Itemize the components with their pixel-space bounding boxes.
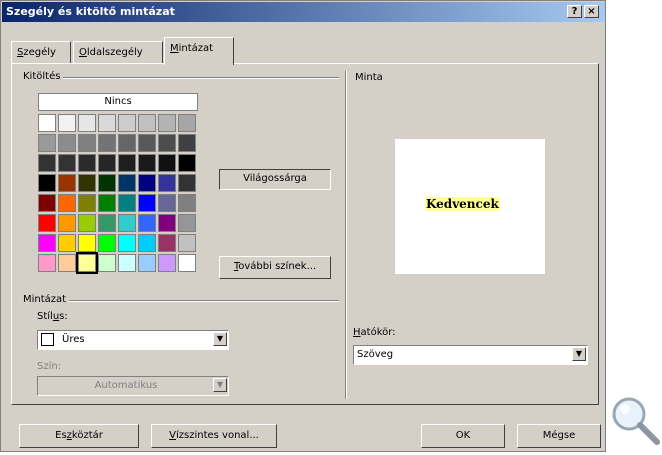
color-swatch[interactable]	[38, 114, 56, 132]
chevron-down-icon[interactable]: ▼	[213, 332, 227, 346]
color-swatch[interactable]	[158, 254, 176, 272]
color-swatch[interactable]	[138, 194, 156, 212]
color-swatch[interactable]	[58, 194, 76, 212]
color-swatch[interactable]	[158, 154, 176, 172]
color-swatch[interactable]	[58, 254, 76, 272]
help-button[interactable]: ?	[567, 5, 582, 18]
color-swatch[interactable]	[38, 194, 56, 212]
color-swatch[interactable]	[78, 154, 96, 172]
color-swatch[interactable]	[58, 234, 76, 252]
color-swatch[interactable]	[98, 214, 116, 232]
color-swatch[interactable]	[98, 234, 116, 252]
color-swatch[interactable]	[118, 114, 136, 132]
color-swatch[interactable]	[78, 194, 96, 212]
color-swatch[interactable]	[118, 194, 136, 212]
color-swatch[interactable]	[138, 254, 156, 272]
title-bar[interactable]: Szegély és kitöltő mintázat ? ×	[2, 2, 605, 22]
color-swatch[interactable]	[178, 114, 196, 132]
magnifier-icon[interactable]	[607, 392, 662, 447]
color-swatch[interactable]	[98, 174, 116, 192]
pattern-swatch	[41, 333, 54, 346]
no-fill-option[interactable]: Nincs	[38, 93, 198, 111]
color-swatch[interactable]	[158, 214, 176, 232]
color-swatch[interactable]	[118, 254, 136, 272]
ok-button[interactable]: OK	[421, 424, 505, 448]
color-swatch[interactable]	[58, 174, 76, 192]
color-swatch[interactable]	[138, 234, 156, 252]
color-swatch[interactable]	[158, 194, 176, 212]
color-swatch[interactable]	[58, 114, 76, 132]
color-swatch[interactable]	[98, 114, 116, 132]
cancel-button[interactable]: Mégse	[517, 424, 601, 448]
color-swatch[interactable]	[178, 154, 196, 172]
tab-border[interactable]: Szegély	[11, 41, 71, 63]
color-swatch[interactable]	[98, 254, 116, 272]
selected-color-name: Világossárga	[219, 169, 331, 190]
chevron-down-icon[interactable]: ▼	[572, 347, 586, 361]
color-swatch[interactable]	[178, 134, 196, 152]
color-swatch[interactable]	[38, 134, 56, 152]
chevron-down-icon[interactable]: ▼	[213, 378, 227, 392]
fill-group-label: Kitöltés	[23, 71, 64, 82]
pattern-color-dropdown[interactable]: Automatikus ▼	[37, 376, 229, 396]
color-swatch[interactable]	[76, 252, 98, 274]
style-dropdown[interactable]: Üres ▼	[37, 330, 229, 350]
color-swatch[interactable]	[158, 234, 176, 252]
color-swatch[interactable]	[118, 234, 136, 252]
color-swatch[interactable]	[78, 234, 96, 252]
color-swatch[interactable]	[158, 114, 176, 132]
color-swatch[interactable]	[138, 174, 156, 192]
tab-shading[interactable]: Mintázat	[164, 37, 234, 65]
close-button[interactable]: ×	[584, 5, 599, 18]
color-swatch[interactable]	[38, 254, 56, 272]
color-swatch[interactable]	[118, 154, 136, 172]
toolbar-button[interactable]: Eszköztár	[19, 424, 139, 448]
color-swatch[interactable]	[178, 254, 196, 272]
color-swatch[interactable]	[58, 214, 76, 232]
color-swatch[interactable]	[138, 114, 156, 132]
color-swatch[interactable]	[158, 134, 176, 152]
more-colors-button[interactable]: További színek...	[219, 256, 331, 279]
color-swatch[interactable]	[38, 174, 56, 192]
pattern-group-line	[23, 300, 339, 302]
window-title: Szegély és kitöltő mintázat	[6, 5, 175, 18]
dialog-window: Szegély és kitöltő mintázat ? × Szegély …	[0, 0, 606, 452]
style-label: Stílus:	[37, 311, 68, 322]
color-swatch[interactable]	[78, 214, 96, 232]
group-separator	[345, 71, 347, 399]
preview-box: Kedvencek	[395, 139, 545, 274]
color-swatch[interactable]	[78, 174, 96, 192]
color-swatch[interactable]	[38, 214, 56, 232]
color-swatch[interactable]	[78, 134, 96, 152]
color-swatch[interactable]	[118, 134, 136, 152]
color-swatch[interactable]	[38, 234, 56, 252]
pattern-group-label: Mintázat	[23, 294, 70, 305]
color-swatch[interactable]	[58, 134, 76, 152]
color-swatch[interactable]	[158, 174, 176, 192]
color-swatch[interactable]	[178, 214, 196, 232]
fill-group-line	[23, 77, 339, 79]
horizontal-line-button[interactable]: Vízszintes vonal...	[151, 424, 277, 448]
color-palette	[38, 114, 196, 274]
color-swatch[interactable]	[98, 194, 116, 212]
color-label: Szín:	[37, 361, 62, 372]
tab-page-border[interactable]: Oldalszegély	[73, 41, 163, 63]
color-swatch[interactable]	[118, 214, 136, 232]
color-swatch[interactable]	[118, 174, 136, 192]
color-swatch[interactable]	[138, 154, 156, 172]
preview-group-label: Minta	[355, 72, 383, 83]
color-swatch[interactable]	[138, 134, 156, 152]
color-swatch[interactable]	[78, 114, 96, 132]
color-swatch[interactable]	[38, 154, 56, 172]
apply-to-dropdown[interactable]: Szöveg ▼	[353, 345, 588, 365]
color-swatch[interactable]	[98, 134, 116, 152]
color-swatch[interactable]	[58, 154, 76, 172]
color-swatch[interactable]	[178, 234, 196, 252]
preview-sample-text: Kedvencek	[425, 197, 500, 211]
color-swatch[interactable]	[178, 194, 196, 212]
color-swatch[interactable]	[98, 154, 116, 172]
color-swatch[interactable]	[138, 214, 156, 232]
color-swatch[interactable]	[178, 174, 196, 192]
apply-to-label: Hatókör:	[353, 327, 396, 338]
